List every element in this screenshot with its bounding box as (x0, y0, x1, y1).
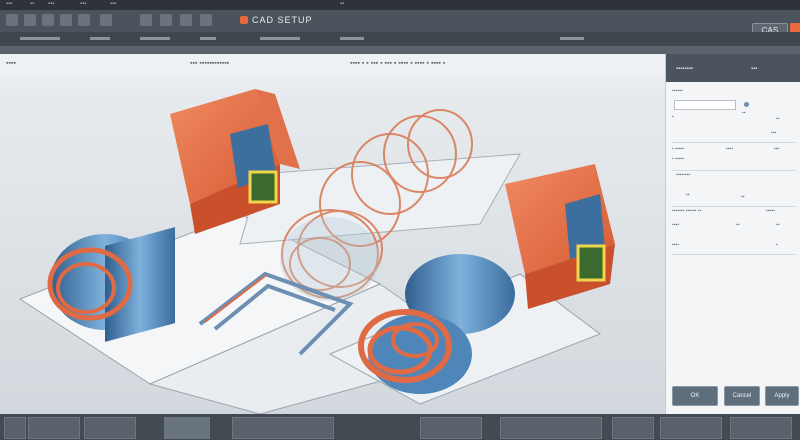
undo-icon[interactable] (60, 14, 72, 26)
menu-item-view[interactable]: ▪▪▪ (48, 1, 54, 7)
ok-button[interactable]: OK (672, 386, 718, 406)
model-canvas[interactable] (0, 54, 665, 414)
apply-button[interactable]: Apply (765, 386, 799, 406)
status-tab-10[interactable] (730, 417, 792, 439)
save-icon[interactable] (42, 14, 54, 26)
property-field-1[interactable] (674, 100, 736, 110)
redo-icon[interactable] (78, 14, 90, 26)
status-tab-8[interactable] (612, 417, 654, 439)
new-file-icon[interactable] (6, 14, 18, 26)
rotate-icon[interactable] (140, 14, 152, 26)
menu-item-window[interactable]: ▪▪▪ (110, 1, 116, 7)
menu-item-edit[interactable]: ▪▪ (30, 1, 34, 7)
record-icon[interactable] (240, 16, 248, 24)
cancel-button[interactable]: Cancel (724, 386, 760, 406)
menu-item-file[interactable]: ▪▪▪ (6, 1, 12, 7)
3d-viewport[interactable]: ▪▪▪▪ ▪▪▪ ▪▪▪▪▪▪▪▪▪▪▪▪ ▪▪▪▪ ▪ ▪ ▪▪▪ ▪ ▪▪▪… (0, 54, 665, 414)
status-bar (0, 414, 800, 440)
status-tab-5[interactable] (232, 417, 334, 439)
main-toolbar: CAD SETUP CAS (0, 10, 800, 39)
zoom-icon[interactable] (180, 14, 192, 26)
measure-icon[interactable] (200, 14, 212, 26)
select-icon[interactable] (100, 14, 112, 26)
title-bar: ▪▪▪ ▪▪ ▪▪▪ ▪▪▪ ▪▪▪ ▪▪ (0, 0, 800, 10)
toolbar-title: CAD SETUP (252, 15, 313, 25)
status-tab-4[interactable] (164, 417, 210, 439)
properties-panel: ▪▪▪▪▪▪▪▪ ▪▪▪ ▪▪▪▪▪▪ ▪▪ ▪ ▪▪ ▪▪▪ ▪ ▪▪▪▪▪ … (665, 54, 800, 414)
secondary-toolbar (0, 32, 800, 46)
status-tab-2[interactable] (28, 417, 80, 439)
panel-header: ▪▪▪▪▪▪▪▪ ▪▪▪ (666, 54, 800, 82)
menu-item-help[interactable]: ▪▪ (340, 1, 344, 7)
status-tab-7[interactable] (500, 417, 602, 439)
status-tab-6[interactable] (420, 417, 482, 439)
radio-button-1[interactable] (744, 102, 749, 107)
pan-icon[interactable] (160, 14, 172, 26)
status-tab-9[interactable] (660, 417, 722, 439)
status-tab-1[interactable] (4, 417, 26, 439)
open-file-icon[interactable] (24, 14, 36, 26)
menu-item-tools[interactable]: ▪▪▪ (80, 1, 86, 7)
ribbon-strip (0, 46, 800, 54)
status-tab-3[interactable] (84, 417, 136, 439)
